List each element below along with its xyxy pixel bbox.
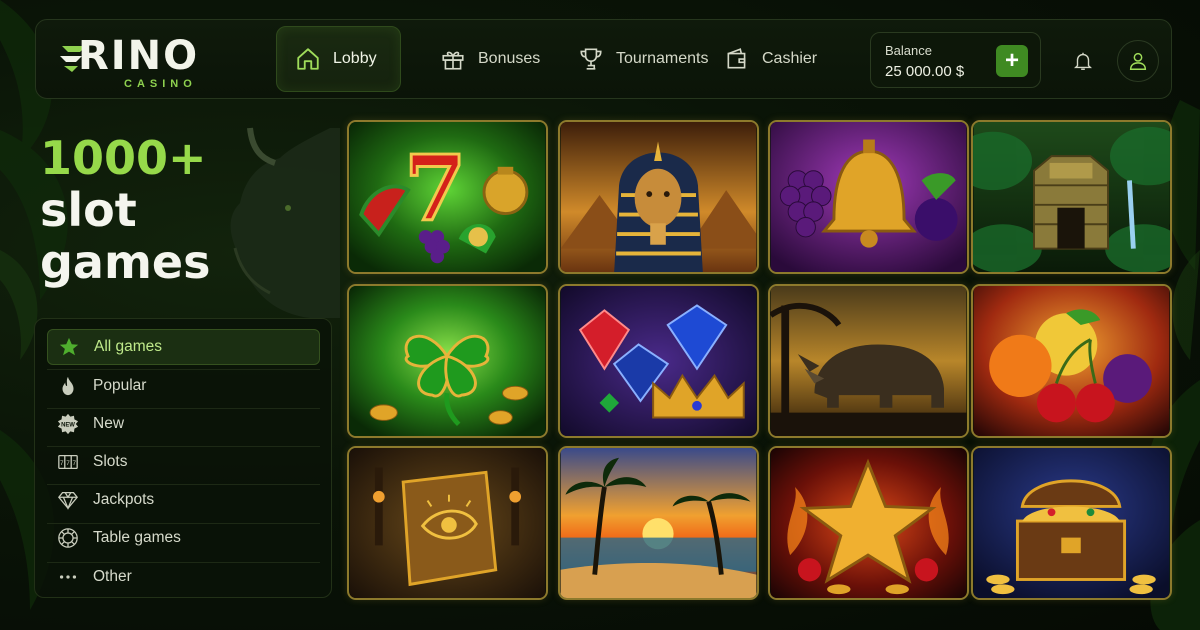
hero-headline: 1000+ slot games <box>40 132 210 288</box>
balance-panel: Balance 25 000.00 $ + <box>870 32 1041 88</box>
category-label: Jackpots <box>93 491 155 508</box>
slot-machine-icon: 777 <box>58 454 78 470</box>
game-tile-treasure-chest[interactable] <box>971 446 1172 600</box>
game-tile-golden-star-fire[interactable] <box>768 446 969 600</box>
hero-count: 1000+ <box>40 131 207 185</box>
lucky-seven-icon: 7 <box>349 122 546 272</box>
svg-text:7: 7 <box>404 136 466 241</box>
game-tile-fruits-cherries[interactable] <box>971 284 1172 438</box>
category-jackpots[interactable]: Jackpots <box>47 482 320 518</box>
nav-tournaments-label: Tournaments <box>616 50 709 67</box>
category-all-games[interactable]: All games <box>47 329 320 365</box>
bell-icon <box>770 122 967 272</box>
logo-text: RINO <box>78 33 200 79</box>
category-sidebar: All games Popular NEW New 777 Slots Jack… <box>34 318 332 598</box>
nav-bonuses[interactable]: Bonuses <box>422 26 558 92</box>
game-tile-jungle-temple[interactable] <box>971 120 1172 274</box>
nav-lobby-label: Lobby <box>333 50 377 67</box>
wallet-icon <box>727 48 746 69</box>
new-badge-icon: NEW <box>57 413 79 435</box>
hero-word-games: games <box>40 235 211 289</box>
game-tile-pharaoh-egypt[interactable] <box>558 120 759 274</box>
game-tile-gems-crown[interactable] <box>558 284 759 438</box>
category-label: Slots <box>93 453 128 470</box>
logo-subtitle: CASINO <box>124 78 197 90</box>
game-tile-four-leaf-clover[interactable] <box>347 284 548 438</box>
star-icon <box>770 448 967 598</box>
game-tile-golden-bell-grapes[interactable] <box>768 120 969 274</box>
game-tile-fruit-seven-bell[interactable]: 7 <box>347 120 548 274</box>
temple-icon <box>973 122 1170 272</box>
category-label: All games <box>94 338 163 355</box>
category-label: Other <box>93 568 132 585</box>
gem-icon <box>560 286 757 436</box>
svg-text:7: 7 <box>72 460 76 467</box>
hero-word-slot: slot <box>40 183 137 237</box>
chest-icon <box>973 448 1170 598</box>
pharaoh-icon <box>560 122 757 272</box>
nav-cashier-label: Cashier <box>762 50 818 67</box>
balance-value: 25 000.00 $ <box>885 63 965 80</box>
book-icon <box>349 448 546 598</box>
profile-button[interactable] <box>1117 40 1159 82</box>
brand-logo[interactable]: RINO CASINO <box>60 34 220 90</box>
category-new[interactable]: NEW New <box>47 406 320 442</box>
palm-icon <box>560 448 757 598</box>
category-label: Table games <box>93 529 181 546</box>
game-tile-rhino-savanna[interactable] <box>768 284 969 438</box>
gift-icon <box>442 51 464 70</box>
svg-text:7: 7 <box>66 460 70 467</box>
flame-icon <box>62 376 74 396</box>
star-icon <box>59 337 79 356</box>
clover-icon <box>349 286 546 436</box>
diamond-icon <box>58 492 78 510</box>
fruit-icon <box>973 286 1170 436</box>
new-badge-text: NEW <box>61 422 75 428</box>
user-icon <box>1129 52 1147 70</box>
game-tile-tropical-sunset[interactable] <box>558 446 759 600</box>
notifications-button[interactable] <box>1062 40 1104 82</box>
casino-chip-icon <box>58 528 78 548</box>
home-icon <box>297 48 319 70</box>
category-popular[interactable]: Popular <box>47 368 320 404</box>
trophy-icon <box>580 48 602 70</box>
more-dots-icon <box>59 575 77 579</box>
rhino-silhouette-art <box>230 127 340 318</box>
category-table-games[interactable]: Table games <box>47 520 320 556</box>
svg-text:7: 7 <box>60 460 64 467</box>
balance-label: Balance <box>885 43 932 58</box>
top-header: RINO CASINO Lobby Bonuses Tournaments Ca… <box>35 19 1172 99</box>
category-other[interactable]: Other <box>47 559 320 595</box>
nav-bonuses-label: Bonuses <box>478 50 541 67</box>
category-label: New <box>93 415 125 432</box>
bell-icon <box>1074 52 1092 70</box>
rhino-icon <box>770 286 967 436</box>
category-slots[interactable]: 777 Slots <box>47 444 320 480</box>
nav-cashier[interactable]: Cashier <box>706 26 835 92</box>
add-funds-button[interactable]: + <box>996 45 1028 77</box>
nav-lobby[interactable]: Lobby <box>276 26 401 92</box>
category-label: Popular <box>93 377 147 394</box>
game-tile-book-of-eye[interactable] <box>347 446 548 600</box>
nav-tournaments[interactable]: Tournaments <box>560 26 727 92</box>
